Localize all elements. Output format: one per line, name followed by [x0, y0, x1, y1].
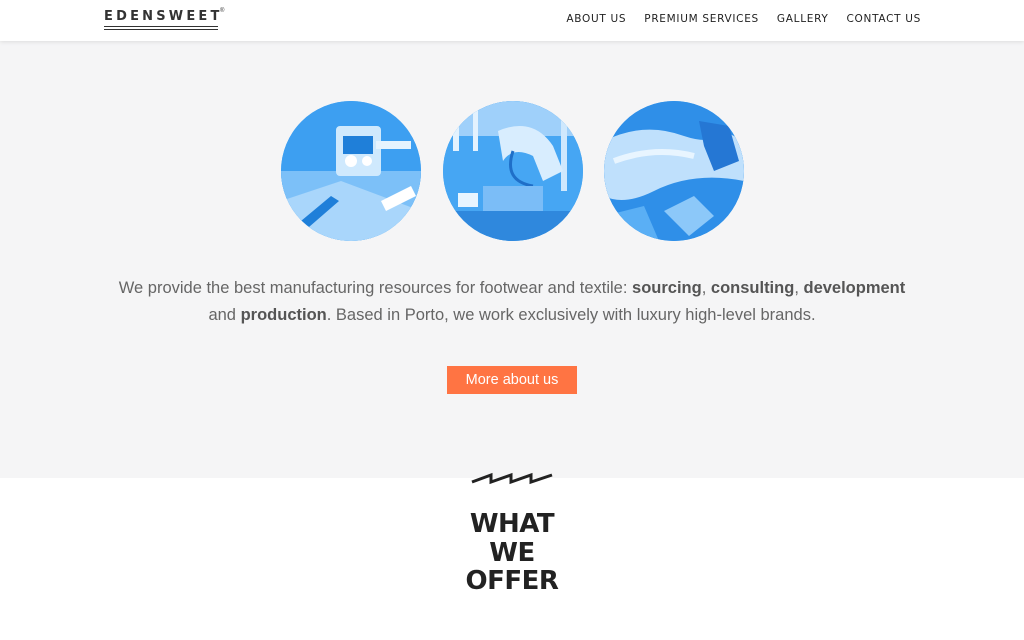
intro-text-part: We provide the best manufacturing resour…: [118, 279, 633, 297]
robotic-arm-image: [443, 101, 583, 241]
leather-crafting-image: [604, 101, 744, 241]
nav-link-premium-services[interactable]: PREMIUM SERVICES: [644, 13, 759, 25]
keyword-sourcing: sourcing: [632, 279, 702, 297]
heading-line: WHAT: [469, 509, 555, 539]
heading-line: WE: [489, 537, 535, 568]
heading-line: OFFER: [465, 566, 559, 596]
intro-separator: ,: [701, 279, 711, 297]
what-we-offer-heading: WHAT WE OFFER: [412, 510, 612, 596]
nav-link-contact-us[interactable]: CONTACT US: [847, 13, 921, 25]
more-about-us-button[interactable]: More about us: [447, 366, 577, 394]
hero-section: We provide the best manufacturing resour…: [0, 41, 1024, 478]
registered-mark: ®: [220, 8, 225, 14]
keyword-consulting: consulting: [710, 279, 795, 297]
nav-link-about-us[interactable]: ABOUT US: [566, 13, 626, 25]
keyword-production: production: [240, 306, 327, 324]
intro-text-part: . Based in Porto, we work exclusively wi…: [326, 306, 816, 324]
nav-link-gallery[interactable]: GALLERY: [777, 13, 829, 25]
keyword-development: development: [803, 279, 906, 297]
intro-text-part: and: [208, 306, 241, 324]
intro-text: We provide the best manufacturing resour…: [104, 275, 920, 329]
site-header: EDENSWEET ® ABOUT US PREMIUM SERVICES GA…: [0, 0, 1024, 41]
zigzag-icon: [471, 472, 553, 485]
logo-underline: [104, 26, 218, 27]
footwear-machine-image: [281, 101, 421, 241]
brand-logo[interactable]: EDENSWEET ®: [104, 8, 228, 31]
main-nav: ABOUT US PREMIUM SERVICES GALLERY CONTAC…: [566, 13, 921, 25]
brand-name: EDENSWEET: [104, 9, 223, 24]
logo-underline-2: [104, 29, 218, 30]
